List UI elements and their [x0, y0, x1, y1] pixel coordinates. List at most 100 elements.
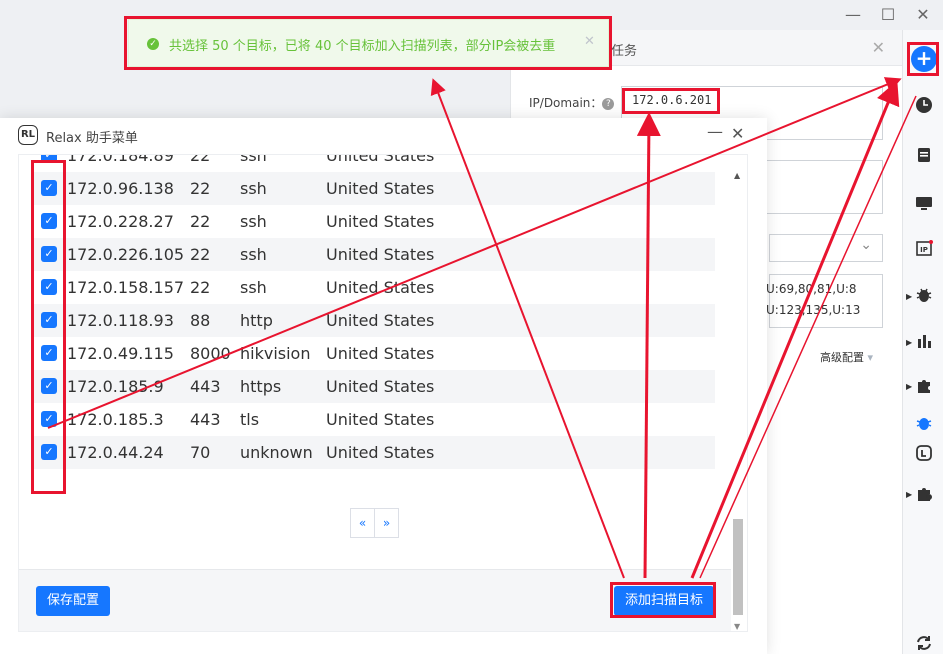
row-checkbox[interactable]: ✓ [41, 180, 57, 196]
help-icon[interactable]: ? [602, 98, 615, 110]
table-row[interactable]: ✓ 172.0.185.3 443 tls United States [33, 403, 715, 436]
row-port: 22 [190, 278, 211, 297]
table-row[interactable]: ✓ 172.0.184.89 22 ssh United States [33, 154, 715, 172]
refresh-icon[interactable] [915, 634, 933, 652]
row-port: 22 [190, 245, 211, 264]
relax-minimize-button[interactable]: — [707, 122, 723, 141]
success-toast: ✓ 共选择 50 个目标，已将 40 个目标加入扫描列表，部分IP会被去重 ✕ [128, 19, 609, 67]
toast-close-icon[interactable]: ✕ [584, 34, 595, 49]
close-window-button[interactable]: ✕ [914, 6, 932, 24]
row-ip: 172.0.184.89 [67, 154, 174, 165]
row-ip: 172.0.96.138 [67, 179, 174, 198]
chevron-down-icon: ⌄ [860, 237, 872, 253]
extensions-icon[interactable] [915, 484, 933, 502]
relax-body: ✓ 172.0.184.89 22 ssh United States ✓ 172.0.96… [18, 154, 748, 632]
relax-close-button[interactable]: ✕ [731, 124, 744, 143]
row-checkbox[interactable]: ✓ [41, 312, 57, 328]
relax-footer: 保存配置 添加扫描目标 [19, 569, 731, 631]
row-port: 443 [190, 377, 221, 396]
row-service: tls [240, 410, 260, 429]
right-sidebar: + IP ▶ ▶ ▶ ▶ [902, 30, 943, 654]
row-port: 22 [190, 212, 211, 231]
advanced-config-label: 高级配置 [820, 351, 864, 364]
bar-chart-icon[interactable] [915, 332, 933, 350]
row-service: ssh [240, 179, 267, 198]
row-country: United States [326, 344, 435, 363]
row-ip: 172.0.44.24 [67, 443, 164, 462]
row-country: United States [326, 278, 435, 297]
monitor-icon[interactable] [915, 194, 933, 212]
table-row[interactable]: ✓ 172.0.49.115 8000 hikvision United States [33, 337, 715, 370]
scan-type-select[interactable]: ⌄ [769, 234, 883, 262]
relax-title-bar[interactable]: RL Relax 助手菜单 — ✕ [0, 118, 767, 154]
puzzle-icon[interactable] [915, 376, 933, 394]
plugin-icon[interactable] [915, 444, 933, 462]
expand-arrow-icon[interactable]: ▶ [906, 292, 912, 301]
ip-domain-label-text: IP/Domain： [529, 96, 603, 110]
task-panel-title: 任务 [611, 44, 638, 59]
ip-icon[interactable]: IP [915, 240, 933, 258]
table-row[interactable]: ✓ 172.0.185.9 443 https United States [33, 370, 715, 403]
expand-arrow-icon[interactable]: ▶ [906, 490, 912, 499]
ports-line-1: U:69,80,81,U:8 [766, 282, 857, 296]
row-checkbox[interactable]: ✓ [41, 213, 57, 229]
row-ip: 172.0.185.3 [67, 410, 164, 429]
relax-dialog: RL Relax 助手菜单 — ✕ ✓ 172.0.184.89 22 ssh Unit… [0, 118, 767, 654]
row-port: 8000 [190, 344, 231, 363]
add-scan-target-button[interactable]: 添加扫描目标 [614, 586, 714, 616]
expand-arrow-icon[interactable]: ▶ [906, 382, 912, 391]
row-ip: 172.0.226.105 [67, 245, 185, 264]
table-row[interactable]: ✓ 172.0.118.93 88 http United States [33, 304, 715, 337]
row-checkbox[interactable]: ✓ [41, 411, 57, 427]
svg-text:IP: IP [920, 246, 928, 254]
row-port: 22 [190, 154, 211, 165]
pager-next-button[interactable]: » [374, 508, 399, 538]
maximize-button[interactable]: ☐ [879, 6, 897, 24]
table-row[interactable]: ✓ 172.0.226.105 22 ssh United States [33, 238, 715, 271]
task-panel-close-icon[interactable]: ✕ [872, 38, 885, 57]
row-ip: 172.0.49.115 [67, 344, 174, 363]
app-window: — ☐ ✕ 任务 ✕ IP/Domain：? 172.0.6.201 ⌄ U:6… [0, 0, 943, 654]
row-service: hikvision [240, 344, 311, 363]
row-checkbox[interactable]: ✓ [41, 155, 57, 163]
row-checkbox[interactable]: ✓ [41, 444, 57, 460]
bug-icon[interactable] [915, 286, 933, 304]
ip-domain-label: IP/Domain：? [529, 94, 615, 111]
row-port: 22 [190, 179, 211, 198]
table-row[interactable]: ✓ 172.0.228.27 22 ssh United States [33, 205, 715, 238]
row-country: United States [326, 410, 435, 429]
row-country: United States [326, 311, 435, 330]
row-service: https [240, 377, 282, 396]
table-row[interactable]: ✓ 172.0.158.157 22 ssh United States [33, 271, 715, 304]
row-checkbox[interactable]: ✓ [41, 345, 57, 361]
row-country: United States [326, 212, 435, 231]
scroll-down-arrow-icon[interactable]: ▼ [734, 622, 740, 631]
row-country: United States [326, 154, 435, 165]
row-port: 88 [190, 311, 211, 330]
row-country: United States [326, 377, 435, 396]
clock-icon[interactable] [915, 96, 933, 114]
row-service: ssh [240, 212, 267, 231]
row-port: 443 [190, 410, 221, 429]
advanced-config-link[interactable]: 高级配置 ▾ [820, 349, 873, 365]
table-row[interactable]: ✓ 172.0.96.138 22 ssh United States [33, 172, 715, 205]
ports-input[interactable]: U:69,80,81,U:8 U:123,135,U:13 [766, 274, 883, 328]
row-country: United States [326, 245, 435, 264]
table-row[interactable]: ✓ 172.0.44.24 70 unknown United States [33, 436, 715, 469]
row-service: ssh [240, 278, 267, 297]
scroll-up-arrow-icon[interactable]: ▲ [734, 171, 740, 180]
document-icon[interactable] [915, 146, 933, 164]
minimize-button[interactable]: — [844, 6, 862, 24]
scroll-thumb[interactable] [733, 519, 743, 615]
row-checkbox[interactable]: ✓ [41, 279, 57, 295]
pager-prev-button[interactable]: « [350, 508, 375, 538]
save-config-button[interactable]: 保存配置 [36, 586, 110, 616]
expand-arrow-icon[interactable]: ▶ [906, 338, 912, 347]
row-service: ssh [240, 154, 267, 165]
row-checkbox[interactable]: ✓ [41, 378, 57, 394]
bug-blue-icon[interactable] [915, 414, 933, 432]
vertical-scrollbar[interactable]: ▲ ▼ [731, 171, 745, 631]
add-icon[interactable]: + [911, 46, 937, 72]
row-checkbox[interactable]: ✓ [41, 246, 57, 262]
caret-down-icon: ▾ [867, 351, 874, 364]
